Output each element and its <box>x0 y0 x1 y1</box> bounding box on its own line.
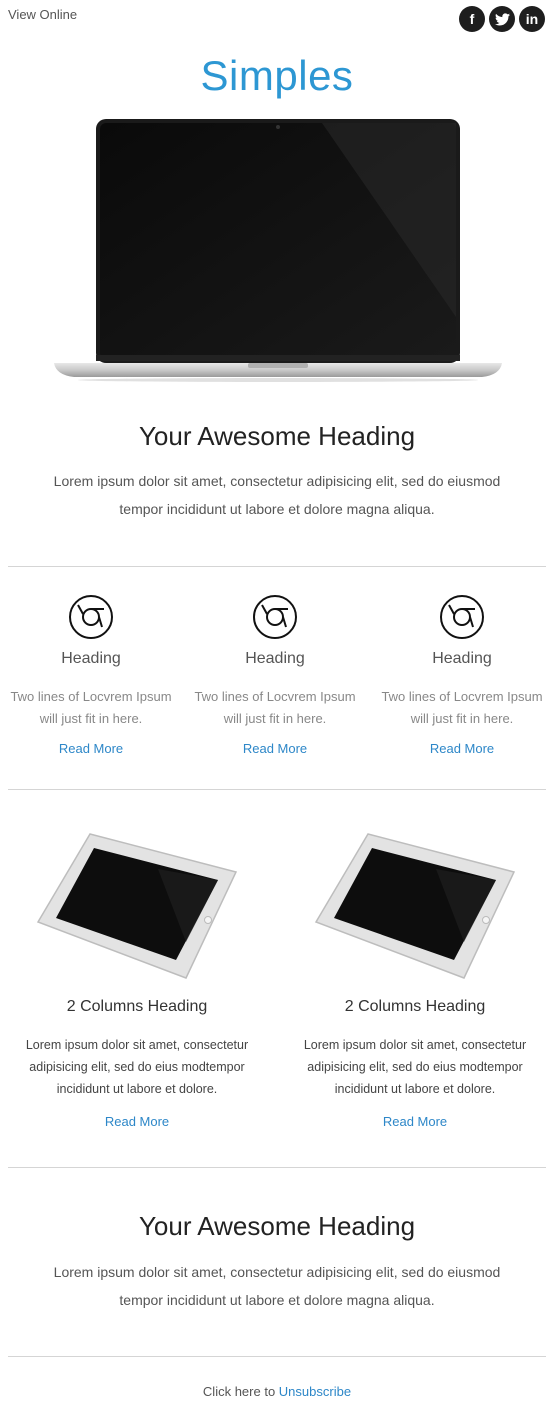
brand-logo-text: Simples <box>200 52 354 99</box>
two-column-text: Lorem ipsum dolor sit amet, consectetur … <box>25 1038 249 1096</box>
two-column-1: 2 Columns Heading Lorem ipsum dolor sit … <box>7 998 267 1129</box>
feature-column-2: Heading Two lines of Locvrem Ipsum will … <box>190 594 360 756</box>
feature-column-3: Heading Two lines of Locvrem Ipsum will … <box>377 594 547 756</box>
feature-text: Two lines of Locvrem Ipsum will just fit… <box>10 689 172 726</box>
feature-column-1: Heading Two lines of Locvrem Ipsum will … <box>6 594 176 756</box>
two-column-heading: 2 Columns Heading <box>344 998 486 1015</box>
divider <box>8 566 546 567</box>
hero-text: Lorem ipsum dolor sit amet, consectetur … <box>53 473 501 517</box>
feature-text: Two lines of Locvrem Ipsum will just fit… <box>381 689 543 726</box>
linkedin-icon[interactable]: in <box>519 6 545 32</box>
chrome-icon <box>253 595 297 639</box>
read-more-link[interactable]: Read More <box>190 741 360 756</box>
tablet-image <box>36 833 238 979</box>
read-more-link[interactable]: Read More <box>7 1114 267 1129</box>
hero-heading: Your Awesome Heading <box>138 421 416 451</box>
two-column-heading: 2 Columns Heading <box>66 998 208 1015</box>
bottom-text: Lorem ipsum dolor sit amet, consectetur … <box>53 1264 501 1308</box>
feature-heading: Heading <box>61 650 121 667</box>
read-more-link[interactable]: Read More <box>285 1114 545 1129</box>
social-links: f in <box>459 6 545 32</box>
view-online-link[interactable]: View Online <box>8 7 77 22</box>
unsubscribe-link[interactable]: Unsubscribe <box>279 1384 351 1399</box>
twitter-icon[interactable] <box>489 6 515 32</box>
read-more-link[interactable]: Read More <box>6 741 176 756</box>
divider <box>8 789 546 790</box>
tablet-image <box>314 833 516 979</box>
facebook-icon[interactable]: f <box>459 6 485 32</box>
top-bar: View Online f in <box>0 0 554 36</box>
feature-heading: Heading <box>245 650 305 667</box>
bottom-heading: Your Awesome Heading <box>138 1211 416 1241</box>
divider <box>8 1356 546 1357</box>
divider <box>8 1167 546 1168</box>
twitter-bird-glyph <box>494 12 510 25</box>
chrome-icon <box>69 595 113 639</box>
laptop-image <box>54 119 502 382</box>
two-column-text: Lorem ipsum dolor sit amet, consectetur … <box>303 1038 527 1096</box>
footer: Click here to Unsubscribe <box>0 1384 554 1399</box>
feature-text: Two lines of Locvrem Ipsum will just fit… <box>194 689 356 726</box>
footer-prefix: Click here to <box>202 1384 276 1399</box>
read-more-link[interactable]: Read More <box>377 741 547 756</box>
two-column-2: 2 Columns Heading Lorem ipsum dolor sit … <box>285 998 545 1129</box>
feature-heading: Heading <box>432 650 492 667</box>
chrome-icon <box>440 595 484 639</box>
